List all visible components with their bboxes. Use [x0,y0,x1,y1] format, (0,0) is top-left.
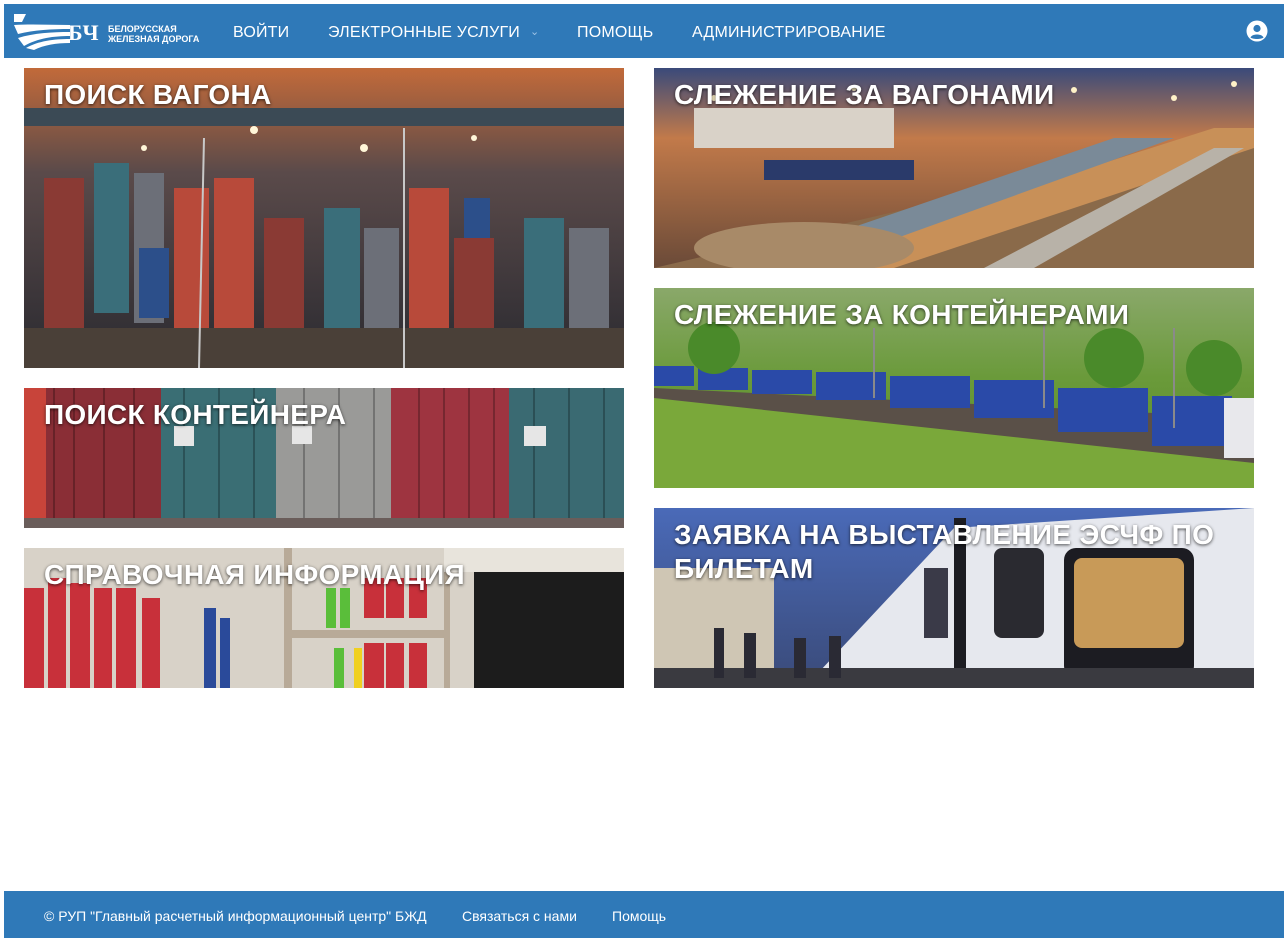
tile-title: СЛЕЖЕНИЕ ЗА КОНТЕЙНЕРАМИ [674,299,1130,330]
tile-title: СЛЕЖЕНИЕ ЗА ВАГОНАМИ [674,79,1055,110]
tile-container-search[interactable]: ПОИСК КОНТЕЙНЕРА [24,388,624,528]
tile-title: ЗАЯВКА НА ВЫСТАВЛЕНИЕ ЭСЧФ ПО БИЛЕТАМ [674,519,1215,584]
nav-electronic-services-label: ЭЛЕКТРОННЫЕ УСЛУГИ [328,24,521,41]
chevron-down-icon: ⌄ [530,26,540,38]
footer-help-link[interactable]: Помощь [612,908,666,924]
footer-contact-link[interactable]: Связаться с нами [462,908,577,924]
tile-esf-request[interactable]: ЗАЯВКА НА ВЫСТАВЛЕНИЕ ЭСЧФ ПО БИЛЕТАМ [654,508,1254,688]
logo-abbreviation: БЧ [68,20,100,45]
nav-administration[interactable]: АДМИНИСТРИРОВАНИЕ [692,24,886,42]
nav-electronic-services[interactable]: ЭЛЕКТРОННЫЕ УСЛУГИ ⌄ [328,24,539,42]
tile-reference-info[interactable]: СПРАВОЧНАЯ ИНФОРМАЦИЯ [24,548,624,688]
tile-title: ПОИСК КОНТЕЙНЕРА [44,399,347,430]
tile-title: ПОИСК ВАГОНА [44,79,272,110]
bch-logo[interactable]: БЧ БЕЛОРУССКАЯ ЖЕЛЕЗНАЯ ДОРОГА [12,12,208,52]
footer: © РУП "Главный расчетный информационный … [4,891,1284,938]
tile-title: СПРАВОЧНАЯ ИНФОРМАЦИЯ [44,559,465,590]
nav-help[interactable]: ПОМОЩЬ [577,24,653,42]
logo-caption: БЕЛОРУССКАЯ ЖЕЛЕЗНАЯ ДОРОГА [108,24,199,44]
tile-wagon-search[interactable]: ПОИСК ВАГОНА [24,68,624,368]
logo-caption-line2: ЖЕЛЕЗНАЯ ДОРОГА [108,34,200,44]
footer-copyright: © РУП "Главный расчетный информационный … [44,908,427,924]
railway-logo-icon [14,14,70,50]
logo-caption-line1: БЕЛОРУССКАЯ [108,24,177,34]
user-account-icon[interactable] [1246,20,1268,42]
tile-track-containers[interactable]: СЛЕЖЕНИЕ ЗА КОНТЕЙНЕРАМИ [654,288,1254,488]
rail-yard-night-image [24,68,624,368]
tile-track-wagons[interactable]: СЛЕЖЕНИЕ ЗА ВАГОНАМИ [654,68,1254,268]
nav-login[interactable]: ВОЙТИ [233,24,289,42]
top-navbar: БЧ БЕЛОРУССКАЯ ЖЕЛЕЗНАЯ ДОРОГА ВОЙТИ ЭЛЕ… [4,4,1284,58]
